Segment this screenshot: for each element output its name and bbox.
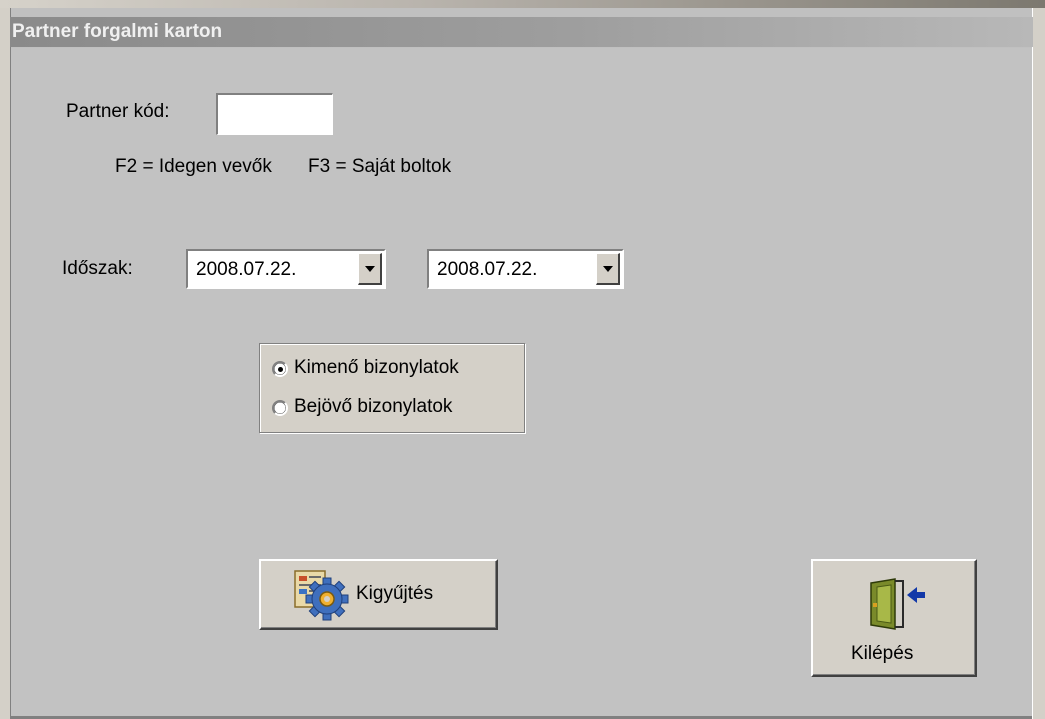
partner-code-input[interactable] — [216, 93, 333, 135]
window-frame-left — [0, 8, 11, 719]
radio-outgoing-label: Kimenő bizonylatok — [294, 357, 459, 378]
radio-outgoing-documents[interactable]: Kimenő bizonylatok — [272, 357, 512, 383]
door-exit-icon — [870, 578, 925, 630]
collect-button[interactable]: Kigyűjtés — [259, 559, 498, 630]
radio-incoming-documents[interactable]: Bejövő bizonylatok — [272, 396, 512, 422]
hint-f2-text: F2 = Idegen vevők — [115, 156, 272, 177]
period-label: Időszak: — [62, 258, 133, 279]
exit-button[interactable]: Kilépés — [811, 559, 977, 677]
radio-incoming-label: Bejövő bizonylatok — [294, 396, 453, 417]
direction-radio-group: Kimenő bizonylatok Bejövő bizonylatok — [259, 343, 525, 433]
exit-button-label: Kilépés — [851, 643, 914, 664]
screen-top-strip — [0, 0, 1045, 8]
partner-code-label: Partner kód: — [66, 101, 170, 122]
window-frame-right — [1032, 8, 1045, 719]
period-to-dropdown[interactable]: 2008.07.22. — [427, 249, 624, 289]
radio-button-icon[interactable] — [272, 361, 288, 377]
chevron-down-icon[interactable] — [358, 253, 382, 285]
period-from-value: 2008.07.22. — [196, 259, 297, 280]
chevron-down-icon[interactable] — [596, 253, 620, 285]
gear-document-icon — [294, 570, 349, 621]
period-to-value: 2008.07.22. — [437, 259, 538, 280]
radio-button-icon[interactable] — [272, 400, 288, 416]
hint-f3-text: F3 = Saját boltok — [308, 156, 452, 177]
collect-button-label: Kigyűjtés — [356, 583, 434, 604]
window-title: Partner forgalmi karton — [10, 17, 1033, 47]
period-from-dropdown[interactable]: 2008.07.22. — [186, 249, 386, 289]
radio-selected-dot — [278, 367, 283, 372]
